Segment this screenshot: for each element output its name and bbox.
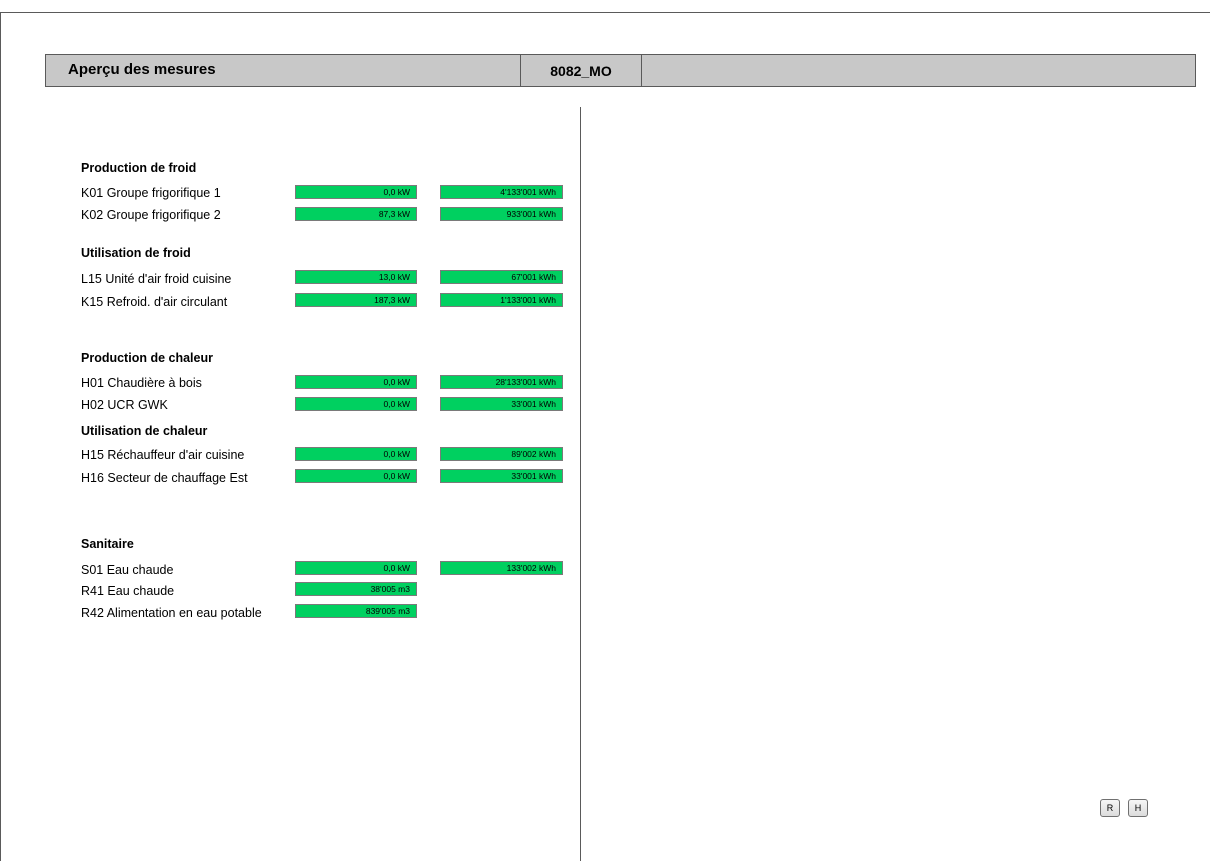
power-value-k01: 0,0 kW bbox=[295, 185, 417, 199]
energy-value-h16: 33'001 kWh bbox=[440, 469, 563, 483]
row-label-s01: S01 Eau chaude bbox=[81, 563, 174, 577]
row-label-k02: K02 Groupe frigorifique 2 bbox=[81, 208, 221, 222]
header-bar: Aperçu des mesures 8082_MO bbox=[45, 54, 1196, 87]
power-value-h15: 0,0 kW bbox=[295, 447, 417, 461]
section-title-production-chaleur: Production de chaleur bbox=[81, 351, 213, 365]
row-label-k01: K01 Groupe frigorifique 1 bbox=[81, 186, 221, 200]
frame-top-line bbox=[0, 12, 1210, 13]
h-button[interactable]: H bbox=[1128, 799, 1148, 817]
row-label-k15: K15 Refroid. d'air circulant bbox=[81, 295, 228, 309]
volume-value-r42: 839'005 m3 bbox=[295, 604, 417, 618]
section-title-utilisation-froid: Utilisation de froid bbox=[81, 246, 191, 260]
power-value-h02: 0,0 kW bbox=[295, 397, 417, 411]
energy-value-h01: 28'133'001 kWh bbox=[440, 375, 563, 389]
energy-value-h15: 89'002 kWh bbox=[440, 447, 563, 461]
energy-value-h02: 33'001 kWh bbox=[440, 397, 563, 411]
row-label-h02: H02 UCR GWK bbox=[81, 398, 168, 412]
section-title-utilisation-chaleur: Utilisation de chaleur bbox=[81, 424, 208, 438]
r-button[interactable]: R bbox=[1100, 799, 1120, 817]
energy-value-s01: 133'002 kWh bbox=[440, 561, 563, 575]
row-label-l15: L15 Unité d'air froid cuisine bbox=[81, 272, 232, 286]
section-title-production-froid: Production de froid bbox=[81, 161, 197, 175]
row-label-r42: R42 Alimentation en eau potable bbox=[81, 606, 262, 620]
energy-value-k01: 4'133'001 kWh bbox=[440, 185, 563, 199]
power-value-k15: 187,3 kW bbox=[295, 293, 417, 307]
power-value-s01: 0,0 kW bbox=[295, 561, 417, 575]
row-label-r41: R41 Eau chaude bbox=[81, 584, 175, 598]
energy-value-l15: 67'001 kWh bbox=[440, 270, 563, 284]
power-value-h01: 0,0 kW bbox=[295, 375, 417, 389]
station-code: 8082_MO bbox=[550, 63, 612, 79]
energy-value-k02: 933'001 kWh bbox=[440, 207, 563, 221]
page-title: Aperçu des mesures bbox=[68, 61, 216, 78]
row-label-h16: H16 Secteur de chauffage Est bbox=[81, 471, 248, 485]
header-divider bbox=[641, 55, 642, 86]
volume-value-r41: 38'005 m3 bbox=[295, 582, 417, 596]
power-value-k02: 87,3 kW bbox=[295, 207, 417, 221]
power-value-h16: 0,0 kW bbox=[295, 469, 417, 483]
row-label-h15: H15 Réchauffeur d'air cuisine bbox=[81, 448, 245, 462]
panel-divider bbox=[580, 107, 581, 861]
power-value-l15: 13,0 kW bbox=[295, 270, 417, 284]
energy-value-k15: 1'133'001 kWh bbox=[440, 293, 563, 307]
section-title-sanitaire: Sanitaire bbox=[81, 537, 134, 551]
frame-left-line bbox=[0, 12, 1, 861]
row-label-h01: H01 Chaudière à bois bbox=[81, 376, 202, 390]
